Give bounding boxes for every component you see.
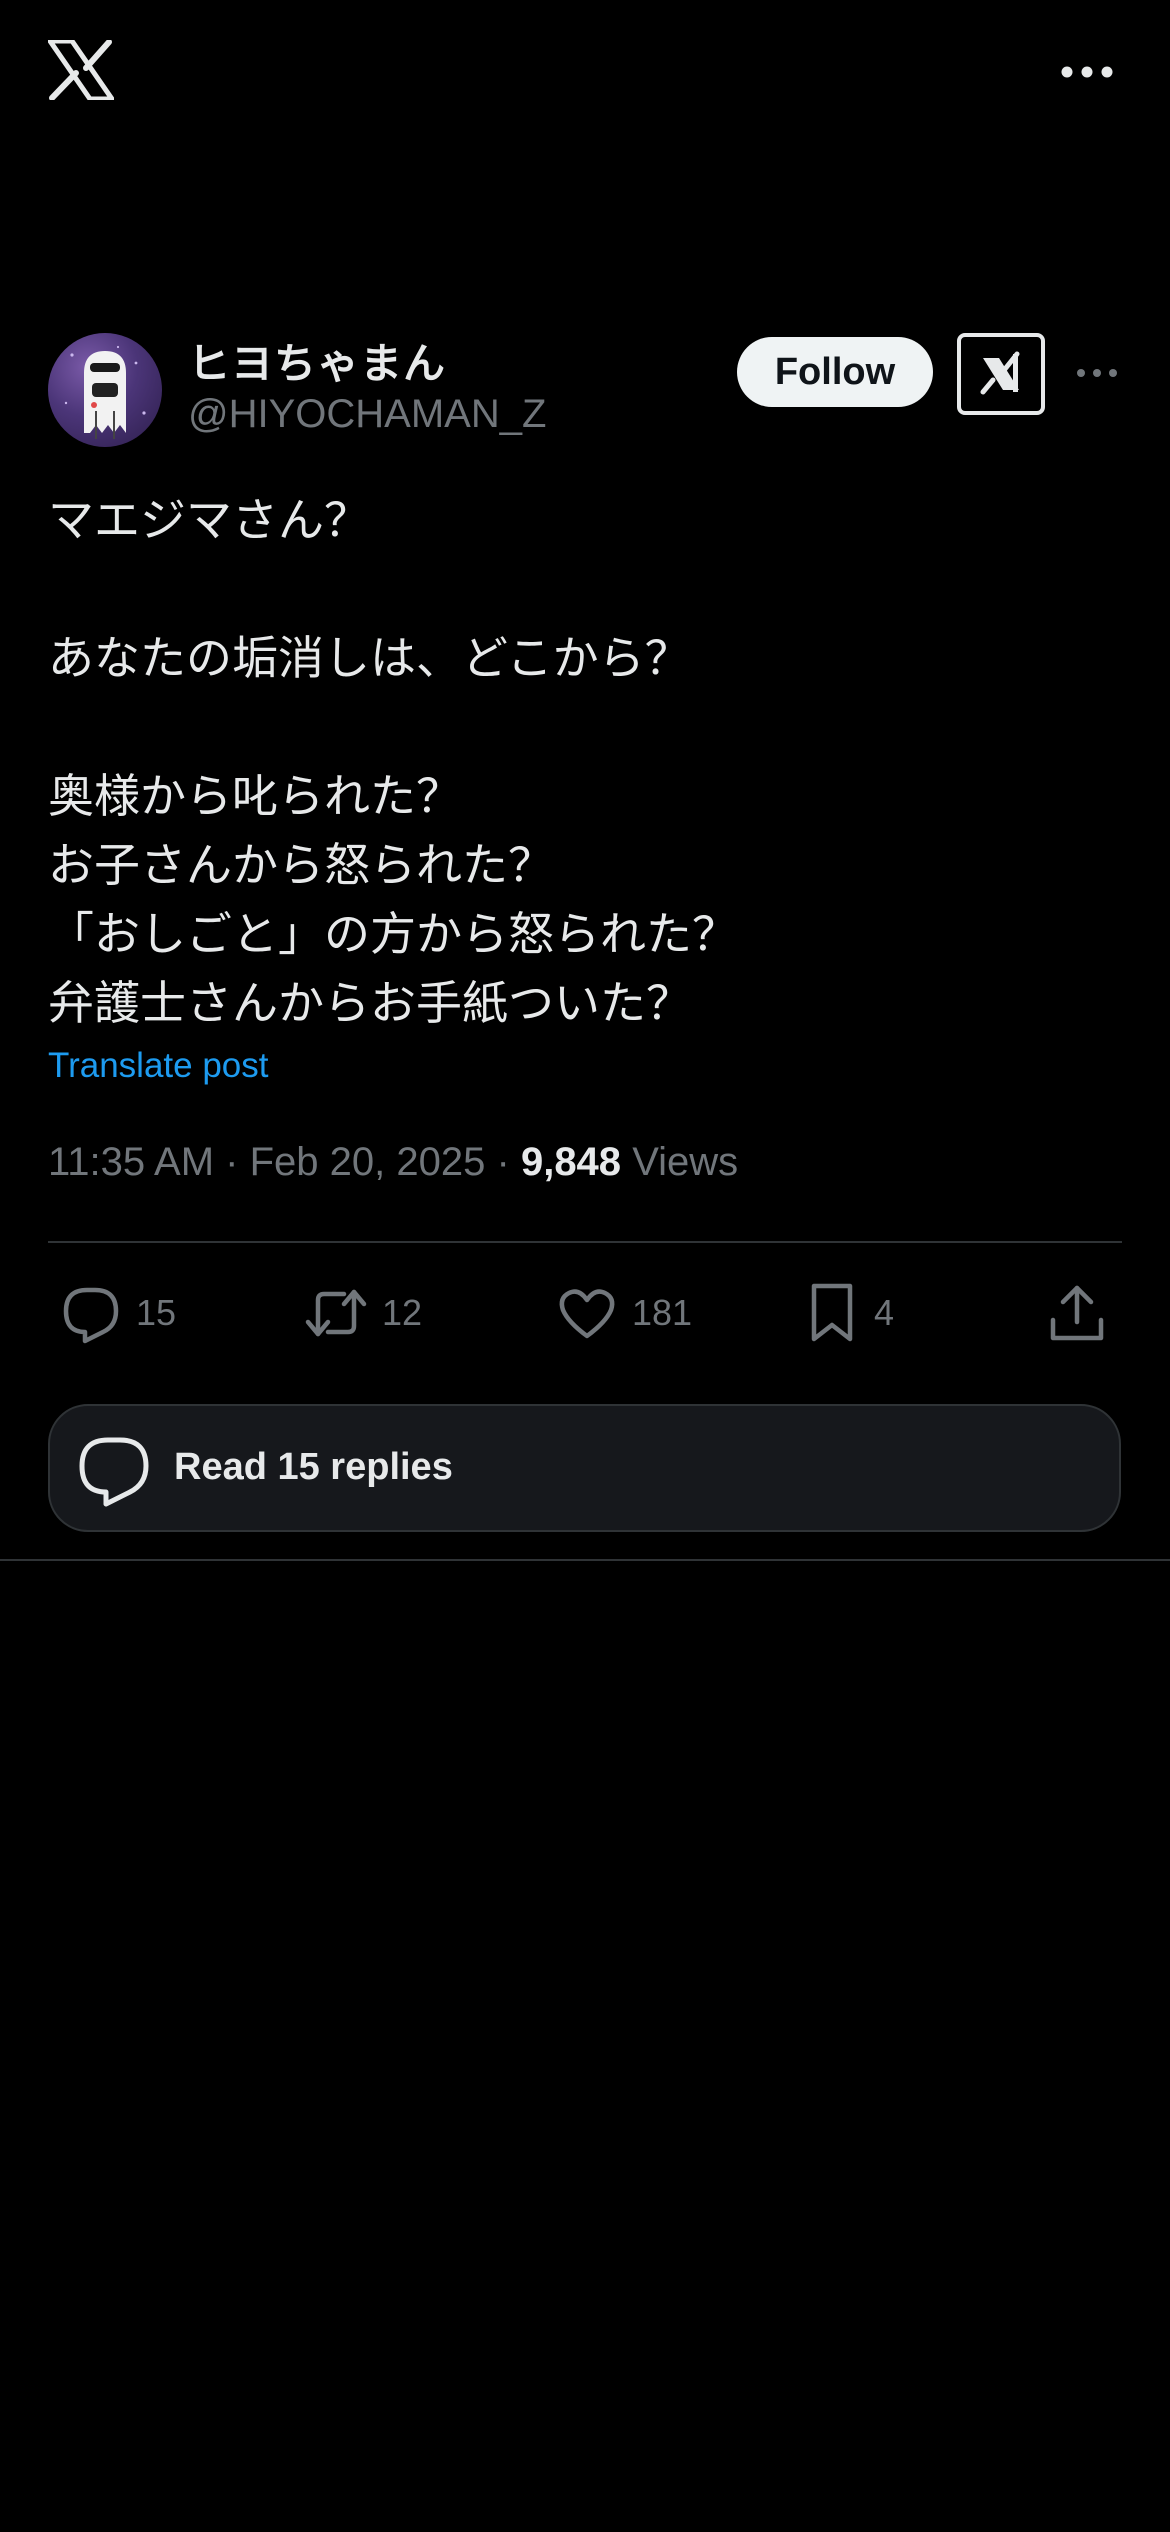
author-display-name[interactable]: ヒヨちゃまん — [188, 330, 446, 391]
post-meta: 11:35 AM · Feb 20, 2025 · 9,848 Views — [48, 1140, 738, 1185]
grok-icon — [980, 351, 1020, 395]
post-text-line: 「おしごと」の方から怒られた？ — [48, 907, 738, 961]
repost-icon — [305, 1289, 367, 1337]
post-text: マエジマさん？ あなたの垢消しは、どこから？ 奥様から叱られた？ お子さんから怒… — [48, 486, 1118, 1038]
bookmark-count: 4 — [874, 1292, 895, 1333]
post-text-blank-line — [48, 693, 1118, 762]
share-icon — [1050, 1285, 1104, 1341]
post-text-line: 奥様から叱られた？ — [48, 769, 462, 823]
meta-separator: · — [496, 1140, 510, 1184]
share-button[interactable] — [1048, 1278, 1106, 1348]
heart-icon — [559, 1289, 615, 1339]
post-text-line: マエジマさん？ — [48, 493, 370, 547]
read-replies-label: Read 15 replies — [174, 1446, 453, 1488]
more-options-icon[interactable] — [1060, 62, 1114, 82]
views-label: Views — [632, 1140, 739, 1184]
post-date[interactable]: Feb 20, 2025 — [250, 1140, 486, 1184]
reply-icon — [63, 1287, 119, 1344]
post-page: ヒヨちゃまん @HIYOCHAMAN_Z Follow マエジマさん？ あなたの… — [0, 0, 1170, 2532]
follow-button[interactable]: Follow — [737, 337, 933, 407]
post-more-options-icon[interactable] — [1076, 365, 1118, 381]
like-button[interactable]: 181 — [556, 1278, 692, 1348]
reply-button[interactable]: 15 — [60, 1278, 176, 1348]
replies-icon — [79, 1437, 149, 1507]
post-text-blank-line — [48, 555, 1118, 624]
translate-post-link[interactable]: Translate post — [48, 1046, 268, 1086]
avatar-image — [64, 345, 146, 439]
avatar[interactable] — [48, 333, 162, 447]
post-text-line: お子さんから怒られた？ — [48, 838, 554, 892]
meta-separator: · — [225, 1140, 239, 1184]
post-text-line: 弁護士さんからお手紙ついた？ — [48, 976, 692, 1030]
post-text-line: あなたの垢消しは、どこから？ — [48, 631, 691, 685]
reply-count: 15 — [136, 1292, 177, 1333]
read-replies-button[interactable]: Read 15 replies — [48, 1404, 1121, 1532]
repost-button[interactable]: 12 — [304, 1278, 422, 1348]
like-count: 181 — [632, 1292, 693, 1333]
x-logo-icon[interactable] — [48, 40, 114, 100]
divider — [0, 1559, 1170, 1561]
bookmark-button[interactable]: 4 — [804, 1278, 894, 1348]
views-count: 9,848 — [520, 1140, 622, 1184]
top-bar — [0, 0, 1170, 150]
author-handle[interactable]: @HIYOCHAMAN_Z — [188, 392, 546, 437]
divider — [48, 1241, 1122, 1243]
post-time[interactable]: 11:35 AM — [48, 1140, 214, 1184]
bookmark-icon — [811, 1283, 853, 1342]
grok-button[interactable] — [957, 333, 1045, 415]
repost-count: 12 — [382, 1292, 423, 1333]
